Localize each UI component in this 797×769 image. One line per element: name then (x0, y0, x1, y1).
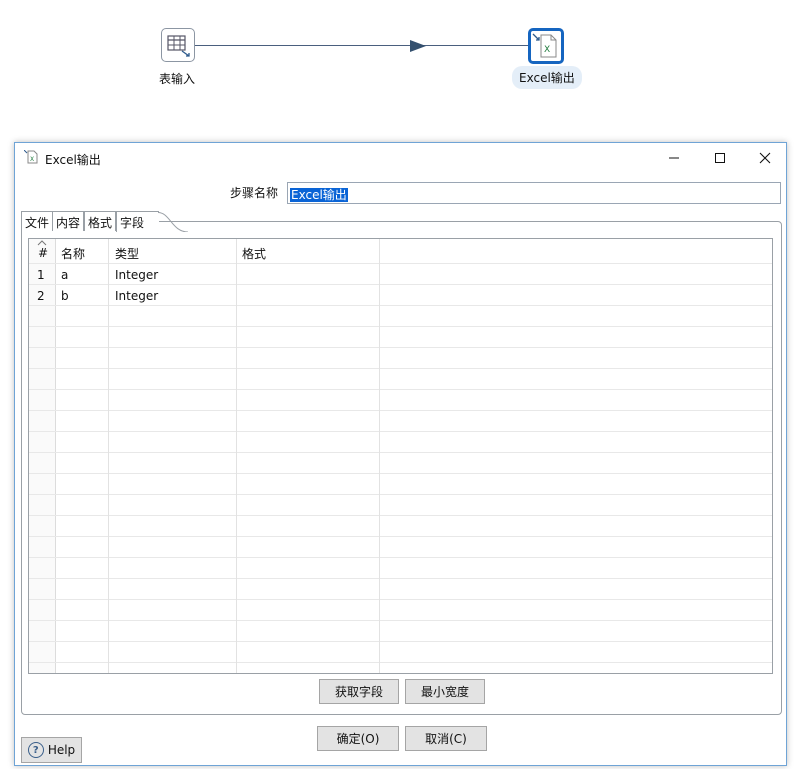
column-header-type[interactable]: 类型 (115, 245, 139, 262)
maximize-icon (715, 153, 725, 163)
row-1-type[interactable]: Integer (115, 268, 158, 282)
table-row-divider (29, 662, 772, 663)
table-row-divider (29, 557, 772, 558)
table-row-divider (29, 305, 772, 306)
cancel-button[interactable]: 取消(C) (405, 726, 487, 751)
column-header-format[interactable]: 格式 (242, 245, 266, 262)
table-row-divider (29, 599, 772, 600)
help-button[interactable]: ? Help (21, 737, 82, 763)
table-row-divider (29, 452, 772, 453)
dialog-title: Excel输出 (45, 153, 101, 167)
table-row-divider (29, 326, 772, 327)
min-width-button[interactable]: 最小宽度 (405, 679, 485, 704)
step-name-input[interactable]: Excel输出 (287, 182, 781, 204)
table-row-divider (29, 515, 772, 516)
row-2-name[interactable]: b (61, 289, 69, 303)
excel-output-dialog: X Excel输出 步骤名称 Excel输出 文件 内容 格式 字段 # 名称 … (14, 142, 787, 766)
table-row-divider (29, 431, 772, 432)
help-icon: ? (27, 742, 44, 758)
step-label-excel-output: Excel输出 (512, 66, 582, 89)
column-header-name[interactable]: 名称 (61, 245, 85, 262)
maximize-button[interactable] (697, 143, 743, 173)
svg-text:X: X (30, 156, 34, 163)
tab-format[interactable]: 格式 (84, 211, 117, 231)
table-row-divider (29, 494, 772, 495)
column-divider (236, 239, 237, 673)
tab-fields[interactable]: 字段 (116, 211, 159, 232)
row-2-number: 2 (37, 289, 45, 303)
ok-button[interactable]: 确定(O) (317, 726, 399, 751)
step-name-value: Excel输出 (290, 188, 348, 202)
table-row-divider (29, 284, 772, 285)
table-input-icon (167, 35, 190, 57)
step-name-label: 步骤名称 (230, 186, 279, 200)
column-divider (108, 239, 109, 673)
row-2-type[interactable]: Integer (115, 289, 158, 303)
table-row-divider (29, 473, 772, 474)
minimize-icon (669, 157, 679, 159)
excel-output-icon: X (23, 149, 38, 167)
hop-arrow-icon (410, 40, 426, 52)
table-row-divider (29, 641, 772, 642)
row-1-number: 1 (37, 268, 45, 282)
table-row-divider (29, 347, 772, 348)
step-table-input[interactable] (161, 28, 195, 62)
svg-text:X: X (544, 45, 550, 55)
table-row-divider (29, 263, 772, 264)
excel-output-icon: X (532, 33, 557, 58)
table-row-divider (29, 410, 772, 411)
tab-file[interactable]: 文件 (21, 211, 54, 231)
minimize-button[interactable] (651, 143, 697, 173)
table-row-divider (29, 578, 772, 579)
fields-table[interactable]: # 名称 类型 格式 1 a Integer 2 b Integer (28, 238, 773, 674)
table-row-divider (29, 620, 772, 621)
column-header-number[interactable]: # (38, 246, 48, 260)
get-fields-button[interactable]: 获取字段 (319, 679, 399, 704)
step-excel-output[interactable]: X (528, 28, 564, 64)
table-row-divider (29, 368, 772, 369)
hop-line[interactable] (194, 45, 528, 46)
help-button-label: Help (47, 743, 76, 757)
dialog-titlebar[interactable]: X Excel输出 (15, 143, 786, 173)
table-row-divider (29, 536, 772, 537)
step-label-table-input: 表输入 (159, 72, 196, 86)
tab-content[interactable]: 内容 (52, 211, 85, 231)
table-row-divider (29, 389, 772, 390)
close-button[interactable] (742, 143, 788, 173)
row-1-name[interactable]: a (61, 268, 68, 282)
tab-corner-decoration (158, 212, 188, 232)
column-divider (379, 239, 380, 673)
close-icon (759, 152, 771, 164)
